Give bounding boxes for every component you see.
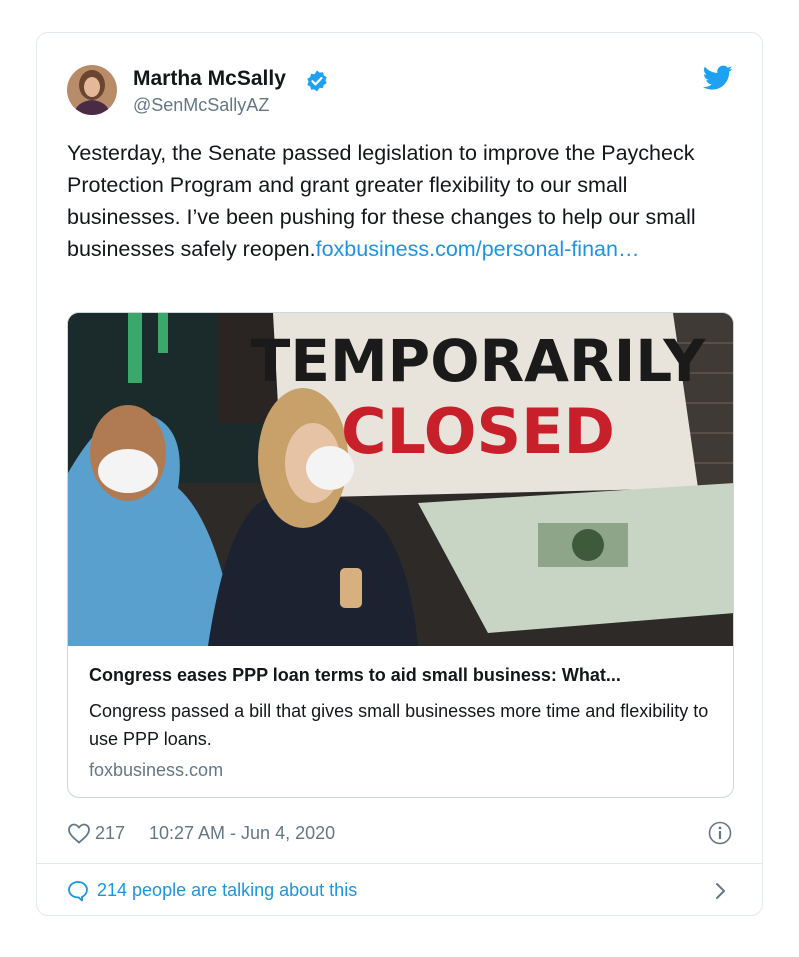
heart-icon[interactable] bbox=[67, 822, 91, 844]
like-count[interactable]: 217 bbox=[95, 823, 125, 844]
speech-bubble-icon bbox=[68, 881, 88, 902]
timestamp[interactable]: 10:27 AM - Jun 4, 2020 bbox=[149, 823, 335, 844]
link-preview-image: TEMPORARILY CLOSED bbox=[68, 313, 733, 646]
sign-line1: TEMPORARILY bbox=[251, 327, 706, 395]
link-card-description: Congress passed a bill that gives small … bbox=[89, 701, 709, 749]
info-icon[interactable] bbox=[708, 821, 732, 845]
sign-line2: CLOSED bbox=[341, 395, 615, 468]
conversation-count[interactable]: 214 people are talking about this bbox=[97, 880, 357, 901]
avatar[interactable] bbox=[67, 65, 117, 115]
link-card-title: Congress eases PPP loan terms to aid sma… bbox=[89, 665, 621, 685]
tweet-text: Yesterday, the Senate passed legislation… bbox=[67, 137, 737, 265]
link-card-domain: foxbusiness.com bbox=[89, 760, 224, 780]
link-preview-card[interactable]: TEMPORARILY CLOSED Congress eases PPP lo… bbox=[67, 312, 734, 798]
avatar-image bbox=[67, 65, 117, 115]
verified-badge-icon bbox=[307, 70, 327, 92]
twitter-bird-icon[interactable] bbox=[703, 65, 733, 91]
tweet-card: Martha McSally @SenMcSallyAZ Yesterday, … bbox=[36, 32, 763, 916]
chevron-right-icon[interactable] bbox=[713, 881, 729, 901]
author-handle[interactable]: @SenMcSallyAZ bbox=[133, 95, 269, 116]
tweet-link[interactable]: foxbusiness.com/personal-finan… bbox=[316, 237, 640, 261]
author-name[interactable]: Martha McSally bbox=[133, 67, 286, 91]
divider bbox=[37, 863, 762, 864]
